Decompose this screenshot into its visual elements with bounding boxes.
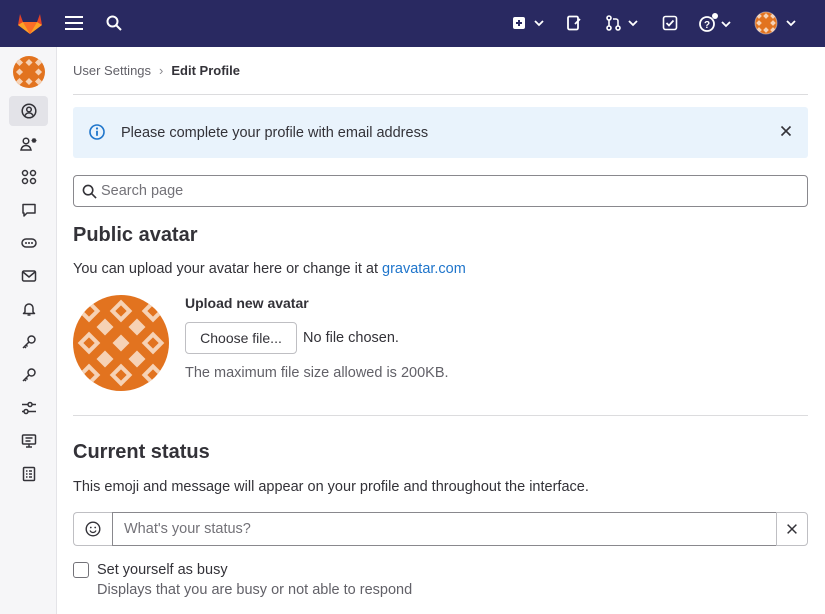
access-tokens-icon bbox=[20, 238, 37, 248]
help-dropdown-icon[interactable]: ? bbox=[696, 11, 734, 35]
sidebar-item-access-tokens[interactable] bbox=[9, 228, 48, 258]
choose-file-button[interactable]: Choose file... bbox=[185, 322, 297, 354]
sidebar-item-authentication-log[interactable] bbox=[9, 459, 48, 489]
search-page-input[interactable] bbox=[101, 176, 791, 206]
settings-sidebar bbox=[0, 47, 57, 614]
section-divider bbox=[73, 415, 808, 416]
user-avatar[interactable] bbox=[13, 56, 45, 88]
info-alert: Please complete your profile with email … bbox=[73, 107, 808, 158]
sidebar-item-emails[interactable] bbox=[9, 261, 48, 291]
account-icon bbox=[19, 137, 36, 151]
breadcrumb-current[interactable]: Edit Profile bbox=[171, 63, 240, 78]
sidebar-item-gpg-keys[interactable] bbox=[9, 360, 48, 390]
emails-icon bbox=[21, 270, 36, 282]
sidebar-item-preferences[interactable] bbox=[9, 393, 48, 423]
sidebar-item-notifications[interactable] bbox=[9, 294, 48, 324]
todos-icon[interactable] bbox=[660, 13, 680, 33]
breadcrumb-divider bbox=[73, 94, 808, 95]
current-status-heading: Current status bbox=[73, 441, 210, 463]
info-icon bbox=[89, 124, 105, 145]
busy-help-text: Displays that you are busy or not able t… bbox=[97, 582, 413, 598]
issues-icon[interactable] bbox=[564, 13, 584, 33]
breadcrumb-separator: › bbox=[159, 63, 164, 78]
sidebar-item-active-sessions[interactable] bbox=[9, 426, 48, 456]
sidebar-item-ssh-keys[interactable] bbox=[9, 327, 48, 357]
monitor-icon bbox=[21, 434, 36, 448]
smiley-icon bbox=[85, 521, 101, 537]
hamburger-menu-icon[interactable] bbox=[63, 13, 85, 33]
public-avatar-description: You can upload your avatar here or chang… bbox=[73, 261, 466, 277]
chat-icon bbox=[21, 203, 36, 217]
current-avatar-image bbox=[73, 295, 169, 391]
clear-status-button[interactable] bbox=[776, 512, 808, 546]
search-icon[interactable] bbox=[104, 13, 124, 33]
breadcrumb-parent[interactable]: User Settings bbox=[73, 63, 151, 78]
gitlab-logo-icon[interactable] bbox=[16, 10, 44, 36]
close-icon[interactable] bbox=[778, 123, 794, 144]
file-status-text: No file chosen. bbox=[303, 330, 399, 346]
search-page-field bbox=[73, 175, 808, 207]
sidebar-item-profile[interactable] bbox=[9, 96, 48, 126]
file-size-hint: The maximum file size allowed is 200KB. bbox=[185, 365, 449, 381]
status-input-group bbox=[73, 512, 808, 546]
busy-checkbox[interactable] bbox=[73, 562, 89, 578]
sidebar-item-applications[interactable] bbox=[9, 162, 48, 192]
top-navigation-bar: ? bbox=[0, 0, 825, 47]
status-message-input[interactable] bbox=[112, 512, 777, 546]
avatar-description-text: You can upload your avatar here or chang… bbox=[73, 261, 383, 277]
notifications-icon bbox=[22, 303, 35, 316]
user-avatar-dropdown[interactable] bbox=[754, 11, 798, 35]
preferences-icon bbox=[21, 401, 36, 415]
busy-checkbox-label[interactable]: Set yourself as busy bbox=[97, 562, 228, 578]
breadcrumb: User Settings › Edit Profile bbox=[73, 63, 240, 78]
upload-new-avatar-label: Upload new avatar bbox=[185, 295, 309, 311]
alert-message: Please complete your profile with email … bbox=[121, 124, 429, 141]
gravatar-link[interactable]: gravatar.com bbox=[382, 261, 466, 277]
profile-icon bbox=[20, 103, 37, 119]
search-icon bbox=[82, 184, 97, 204]
merge-requests-dropdown-icon[interactable] bbox=[604, 13, 640, 33]
sidebar-item-account[interactable] bbox=[9, 129, 48, 159]
sidebar-item-chat[interactable] bbox=[9, 195, 48, 225]
applications-icon bbox=[21, 169, 36, 185]
new-item-dropdown-icon[interactable] bbox=[510, 13, 546, 33]
public-avatar-heading: Public avatar bbox=[73, 224, 198, 246]
svg-text:?: ? bbox=[704, 20, 710, 31]
close-icon bbox=[787, 524, 797, 534]
emoji-picker-button[interactable] bbox=[73, 512, 112, 546]
log-icon bbox=[22, 466, 35, 482]
current-status-description: This emoji and message will appear on yo… bbox=[73, 479, 589, 495]
key-icon bbox=[21, 335, 36, 349]
key-icon bbox=[21, 368, 36, 382]
